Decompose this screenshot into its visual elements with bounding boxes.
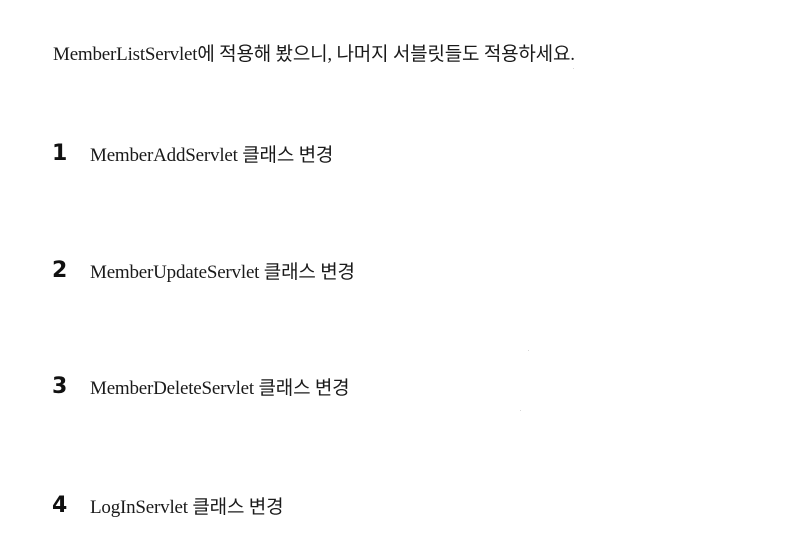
step-item: 4 LogInServlet 클래스 변경 [52, 490, 284, 520]
step-label: LogInServlet 클래스 변경 [90, 496, 284, 518]
step-item: 1 MemberAddServlet 클래스 변경 [52, 138, 333, 168]
step-item: 2 MemberUpdateServlet 클래스 변경 [52, 255, 355, 285]
step-number: 4 [52, 492, 68, 518]
step-label: MemberUpdateServlet 클래스 변경 [90, 261, 355, 283]
step-number: 2 [52, 257, 68, 283]
scan-speck [520, 410, 521, 411]
step-item: 3 MemberDeleteServlet 클래스 변경 [52, 371, 350, 401]
step-number: 1 [52, 140, 68, 166]
step-number: 3 [52, 373, 68, 399]
step-label: MemberDeleteServlet 클래스 변경 [90, 377, 350, 399]
document-page: MemberListServlet에 적용해 봤으니, 나머지 서블릿들도 적용… [0, 0, 812, 555]
scan-speck [573, 68, 574, 69]
step-label: MemberAddServlet 클래스 변경 [90, 144, 334, 166]
intro-paragraph: MemberListServlet에 적용해 봤으니, 나머지 서블릿들도 적용… [53, 44, 575, 65]
scan-speck [528, 350, 529, 351]
